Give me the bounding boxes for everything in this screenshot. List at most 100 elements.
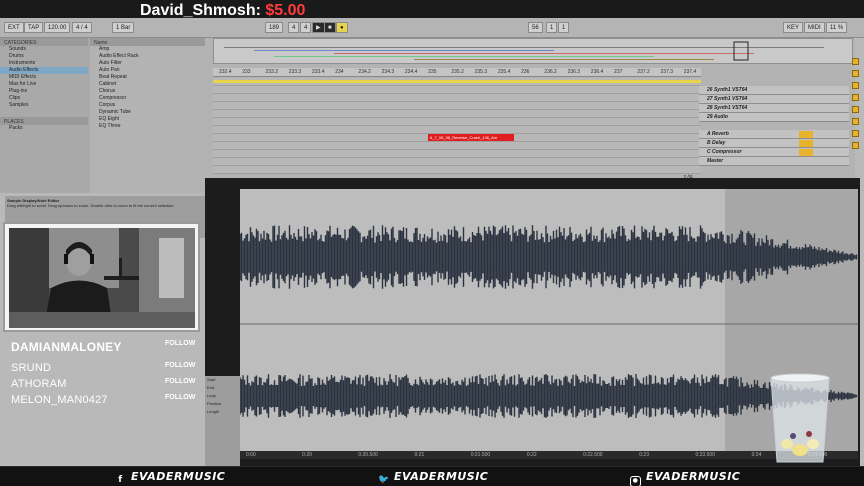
track-lane[interactable]: 6_7_08_08_Reverse_Crash_136_Am [213,134,701,142]
stop-icon: ■ [328,25,332,31]
beat-ruler-tick-label: 233 [242,69,251,75]
streamer-video [9,228,195,328]
category-item[interactable]: Clips [0,95,88,102]
return-track-header[interactable]: A Reverb [699,130,849,139]
loop-length-field[interactable]: 4 [300,22,312,33]
track-activator[interactable] [799,131,813,138]
browser-item[interactable]: Audio Effect Rack [90,53,205,60]
browser-item[interactable]: EQ Eight [90,116,205,123]
twitter-icon: 🐦 [378,475,390,485]
position-beat-field[interactable]: 1 [546,22,558,33]
browser-item[interactable]: EQ Three [90,123,205,130]
time-signature-field[interactable]: 4 / 4 [72,22,92,33]
song-overview[interactable] [213,38,853,64]
quantize-menu[interactable]: 1 Bar [112,22,135,33]
beat-ruler-tick-label: 236.2 [544,69,557,75]
record-button[interactable]: ● [336,22,348,33]
return-track-header[interactable]: B Delay [699,139,849,148]
track-toggle[interactable] [852,70,859,77]
webcam-feed [9,228,195,328]
track-lane[interactable] [213,166,701,174]
track-toggle[interactable] [852,94,859,101]
waveform-left-channel [240,225,858,289]
track-header[interactable]: 26 Synth1 VST64 [699,86,849,95]
browser-item[interactable]: Auto Filter [90,60,205,67]
track-header[interactable]: 29 Audio [699,113,849,122]
facebook-handle: f EVADERMUSIC [115,470,225,486]
track-toggle[interactable] [852,142,859,149]
track-lane[interactable] [213,86,701,94]
arrangement-position-field[interactable]: 189 [265,22,284,33]
social-footer: f EVADERMUSIC 🐦 EVADERMUSIC ● EVADERMUSIC [0,466,864,486]
browser-item[interactable]: Dynamic Tube [90,109,205,116]
category-item[interactable]: Sounds [0,46,88,53]
browser-item[interactable]: Beat Repeat [90,74,205,81]
sample-ruler-tick-label: 0:20.500 [358,452,378,458]
position-bar-field[interactable]: 56 [528,22,543,33]
automation-line[interactable] [213,80,701,83]
track-lane[interactable] [213,94,701,102]
track-toggle[interactable] [852,58,859,65]
track-lane[interactable] [213,150,701,158]
track-toggle[interactable] [852,130,859,137]
category-item[interactable]: MIDI Effects [0,74,88,81]
track-toggle[interactable] [852,106,859,113]
track-lane[interactable] [213,102,701,110]
follower-tag: FOLLOW [165,362,196,369]
play-icon: ▶ [316,25,321,31]
track-name: A Reverb [707,131,729,137]
places-item[interactable]: Packs [0,125,88,132]
follower-row: ATHORAM FOLLOW [5,376,203,392]
follower-row: SRUND FOLLOW [5,360,203,376]
track-name: 26 Synth1 VST64 [707,87,748,93]
track-header[interactable]: 28 Synth1 VST64 [699,104,849,113]
return-track-header[interactable]: C Compressor [699,148,849,157]
track-activator[interactable] [799,149,813,156]
track-activator[interactable] [799,140,813,147]
track-lane[interactable] [213,158,701,166]
stop-button[interactable]: ■ [324,22,336,33]
category-item[interactable]: Max for Live [0,81,88,88]
name-column-header[interactable]: Name [90,38,205,46]
track-lane[interactable] [213,126,701,134]
beat-ruler-tick-label: 236.4 [590,69,604,75]
loop-start-field[interactable]: 4 [288,22,300,33]
track-lane[interactable] [213,78,701,86]
track-lane[interactable] [213,118,701,126]
position-sixteenth-field[interactable]: 1 [558,22,570,33]
track-toggle[interactable] [852,82,859,89]
tap-tempo-button[interactable]: TAP [24,22,44,33]
play-button[interactable]: ▶ [312,22,325,33]
category-item[interactable]: Instruments [0,60,88,67]
beat-ruler[interactable]: 232.4 233 233.2 233.3 233.4 234 234.2 234.3 234.… [213,68,701,77]
master-track-header[interactable]: Master [699,157,849,166]
key-map-button[interactable]: KEY [783,22,804,33]
browser-item[interactable]: Compressor [90,95,205,102]
ext-sync-button[interactable]: EXT [4,22,24,33]
follower-name: SRUND [11,362,52,374]
tempo-field[interactable]: 120.00 [44,22,71,33]
category-item[interactable]: Drums [0,53,88,60]
beat-ruler-tick-label: 232.4 [219,69,232,75]
browser-item[interactable]: Auto Pan [90,67,205,74]
browser-item[interactable]: Amp [90,46,205,53]
browser-item[interactable]: Cabinet [90,81,205,88]
beat-ruler-tick-label: 235.4 [497,69,511,75]
browser-item[interactable]: Corpus [90,102,205,109]
category-item[interactable]: Plug-ins [0,88,88,95]
track-lane[interactable] [213,142,701,150]
beat-ruler-tick-label: 233.4 [311,69,325,75]
track-name: B Delay [707,140,726,146]
browser-item[interactable]: Chorus [90,88,205,95]
instagram-handle: ● EVADERMUSIC [630,470,740,486]
category-item[interactable]: Samples [0,102,88,109]
midi-map-button[interactable]: MIDI [804,22,825,33]
category-item-selected[interactable]: Audio Effects [0,67,88,74]
sample-ruler-tick-label: 0:21.500 [470,452,491,458]
audio-clip[interactable]: 6_7_08_08_Reverse_Crash_136_Am [428,134,514,141]
track-lane[interactable] [213,110,701,118]
track-toggle[interactable] [852,118,859,125]
sample-ruler-tick-label: 0:21 [414,452,425,458]
clip-end-label: End [207,385,215,390]
track-header[interactable]: 27 Synth1 VST64 [699,95,849,104]
